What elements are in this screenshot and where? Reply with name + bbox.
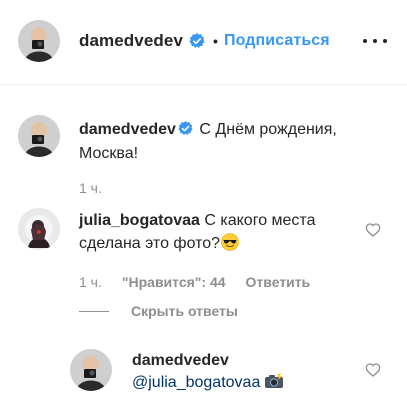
caption-meta: 1 ч.	[79, 180, 122, 196]
hide-replies-button[interactable]: Скрыть ответы	[79, 303, 238, 319]
caption-text-block: damedvedev С Днём рождения, Москва!	[79, 118, 379, 166]
reply-mention-link[interactable]: @julia_bogatovaa	[132, 374, 260, 391]
avatar[interactable]	[70, 349, 112, 391]
avatar[interactable]	[18, 115, 60, 157]
avatar[interactable]	[18, 20, 60, 62]
sunglasses-emoji-icon	[221, 233, 239, 251]
verified-badge-icon	[189, 33, 205, 49]
reply-button[interactable]: Ответить	[246, 274, 311, 290]
hide-replies-label: Скрыть ответы	[131, 303, 238, 319]
comment-meta: 1 ч. "Нравится": 44 Ответить	[79, 274, 330, 290]
verified-badge-icon	[178, 120, 193, 136]
instagram-post-comments: damedvedev • Подписаться damedvedev С Дн…	[0, 0, 407, 411]
comment-text-block: julia_bogatovaa С какого места сделана э…	[79, 209, 349, 255]
reply-username[interactable]: damedvedev	[132, 352, 229, 369]
like-comment-heart-icon[interactable]	[365, 222, 381, 238]
avatar[interactable]	[18, 208, 60, 250]
more-options-icon[interactable]	[363, 31, 387, 51]
camera-flash-emoji-icon	[264, 373, 284, 389]
separator-dot: •	[213, 33, 219, 49]
follow-button[interactable]: Подписаться	[224, 32, 330, 50]
caption-username[interactable]: damedvedev	[79, 121, 176, 138]
header-user-line: damedvedev • Подписаться	[79, 31, 330, 51]
comment-username[interactable]: julia_bogatovaa	[79, 212, 200, 229]
post-header: damedvedev • Подписаться	[0, 0, 407, 85]
like-reply-heart-icon[interactable]	[365, 362, 381, 378]
reply-user-line: damedvedev	[132, 350, 229, 372]
hide-replies-line	[79, 310, 109, 312]
comment-likes-count[interactable]: "Нравится": 44	[122, 274, 226, 290]
caption-timestamp[interactable]: 1 ч.	[79, 180, 102, 196]
comment-timestamp[interactable]: 1 ч.	[79, 274, 102, 290]
header-username[interactable]: damedvedev	[79, 31, 183, 51]
reply-text-block: @julia_bogatovaa	[132, 372, 284, 394]
